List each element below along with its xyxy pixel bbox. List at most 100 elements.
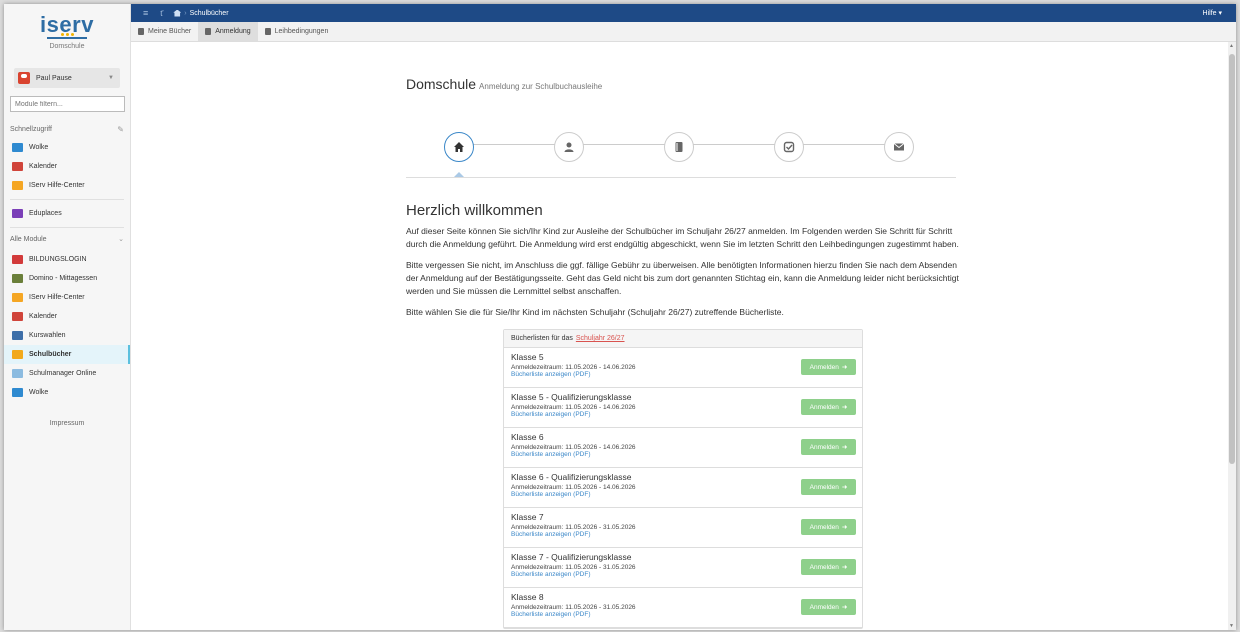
sidebar-item-label: Eduplaces <box>29 210 62 217</box>
scroll-up-icon[interactable]: ▲ <box>1229 43 1234 49</box>
course-icon <box>12 331 23 340</box>
tab-bar: Meine Bücher Anmeldung Leihbedingungen <box>131 22 1236 42</box>
sidebar-item-label: Kalender <box>29 163 58 170</box>
scrollbar-thumb[interactable] <box>1229 54 1235 464</box>
user-menu[interactable]: Paul Pause ▼ <box>14 68 120 88</box>
envelope-icon <box>893 141 905 153</box>
sidebar-item-schulmanager-online[interactable]: Schulmanager Online <box>4 364 130 383</box>
sidebar-item-kurswahlen[interactable]: Kurswahlen <box>4 326 130 345</box>
arrow-right-icon: ➜ <box>841 444 848 451</box>
sidebar-item-iserv-hilfe-center[interactable]: IServ Hilfe-Center <box>4 176 130 195</box>
browser-window: iserv Domschule Paul Pause ▼ Schnellzugr… <box>4 4 1236 630</box>
quick-access-extra: Eduplaces <box>4 204 130 223</box>
register-button[interactable]: Anmelden ➜ <box>801 559 856 575</box>
sidebar-item-wolke[interactable]: Wolke <box>4 138 130 157</box>
edit-icon[interactable]: ✎ <box>117 125 124 134</box>
check-square-icon <box>264 28 271 35</box>
register-button[interactable]: Anmelden ➜ <box>801 359 856 375</box>
avatar <box>18 72 30 84</box>
register-button[interactable]: Anmelden ➜ <box>801 439 856 455</box>
wizard-step-4 <box>774 132 804 162</box>
scrollbar[interactable]: ▲ ▼ <box>1228 42 1236 630</box>
divider <box>10 199 124 200</box>
quick-access-list: Wolke Kalender IServ Hilfe-Center <box>4 138 130 195</box>
wizard-active-indicator <box>454 172 464 177</box>
wizard-step-5 <box>884 132 914 162</box>
tab-label: Leihbedingungen <box>274 28 329 35</box>
arrow-right-icon: ➜ <box>841 404 848 411</box>
register-button[interactable]: Anmelden ➜ <box>801 519 856 535</box>
document-icon <box>205 28 212 35</box>
booklist-row: Klasse 6 - Qualifizierungsklasse Anmeldez… <box>504 468 862 508</box>
tab-leihbedingungen[interactable]: Leihbedingungen <box>258 22 336 41</box>
all-modules-header[interactable]: Alle Module ⌄ <box>4 232 130 246</box>
check-icon <box>783 141 795 153</box>
cutlery-icon <box>12 274 23 283</box>
chevron-down-icon: ▼ <box>108 75 114 81</box>
register-button-label: Anmelden <box>809 483 839 491</box>
register-button[interactable]: Anmelden ➜ <box>801 479 856 495</box>
module-filter-input[interactable] <box>10 96 125 112</box>
sidebar-item-eduplaces[interactable]: Eduplaces <box>4 204 130 223</box>
tool-icon[interactable]: ť <box>160 9 163 18</box>
sidebar-item-schulbücher[interactable]: Schulbücher <box>4 345 130 364</box>
booklist-row: Klasse 7 Anmeldezeitraum: 11.05.2026 - 31… <box>504 508 862 548</box>
breadcrumb-separator: › <box>184 9 187 17</box>
help-menu[interactable]: Hilfe ▾ <box>1203 9 1222 17</box>
sidebar-item-kalender[interactable]: Kalender <box>4 157 130 176</box>
sidebar-item-kalender[interactable]: Kalender <box>4 307 130 326</box>
sidebar-item-wolke[interactable]: Wolke <box>4 383 130 402</box>
help-center-icon <box>12 293 23 302</box>
page-title-text: Domschule <box>406 76 477 92</box>
sidebar-item-label: Schulbücher <box>29 351 72 358</box>
sidebar-item-domino-mittagessen[interactable]: Domino - Mittagessen <box>4 269 130 288</box>
booklist-header: Bücherlisten für das Schuljahr 26/27 <box>504 330 862 348</box>
menu-icon[interactable]: ≡ <box>143 8 148 18</box>
sidebar-item-iserv-hilfe-center[interactable]: IServ Hilfe-Center <box>4 288 130 307</box>
arrow-right-icon: ➜ <box>841 524 848 531</box>
sidebar-item-label: Kurswahlen <box>29 332 66 339</box>
register-button-label: Anmelden <box>809 403 839 411</box>
tab-anmeldung[interactable]: Anmeldung <box>198 22 258 41</box>
page-subtitle: Anmeldung zur Schulbuchausleihe <box>479 82 603 91</box>
module-list: BILDUNGSLOGIN Domino - Mittagessen IServ H… <box>4 250 130 402</box>
welcome-paragraph-3: Bitte wählen Sie die für Sie/Ihr Kind im… <box>406 307 784 317</box>
sidebar-item-bildungslogin[interactable]: BILDUNGSLOGIN <box>4 250 130 269</box>
top-navbar: ≡ ť › Schulbücher Hilfe ▾ <box>131 4 1236 22</box>
sidebar-item-label: Domino - Mittagessen <box>29 275 98 282</box>
book-icon <box>673 141 685 153</box>
chevron-down-icon: ⌄ <box>118 236 124 243</box>
register-button[interactable]: Anmelden ➜ <box>801 399 856 415</box>
home-icon <box>453 141 465 153</box>
quick-access-title: Schnellzugriff <box>10 125 52 133</box>
cloud-icon <box>12 143 23 152</box>
register-button-label: Anmelden <box>809 603 839 611</box>
sidebar-item-label: IServ Hilfe-Center <box>29 294 85 301</box>
booklist-row: Klasse 6 Anmeldezeitraum: 11.05.2026 - 14… <box>504 428 862 468</box>
eduplaces-icon <box>12 209 23 218</box>
help-center-icon <box>12 181 23 190</box>
booklist-row: Klasse 5 Anmeldezeitraum: 11.05.2026 - 14… <box>504 348 862 388</box>
sidebar: iserv Domschule Paul Pause ▼ Schnellzugr… <box>4 4 131 630</box>
logo-dots <box>4 33 130 36</box>
cloud-icon <box>12 388 23 397</box>
tab-meine-bücher[interactable]: Meine Bücher <box>131 22 198 41</box>
sidebar-item-label: Wolke <box>29 144 49 151</box>
register-button-label: Anmelden <box>809 563 839 571</box>
logo[interactable]: iserv Domschule <box>4 4 130 62</box>
booklist-panel: Bücherlisten für das Schuljahr 26/27 Kla… <box>503 329 863 629</box>
scroll-down-icon[interactable]: ▼ <box>1229 623 1234 629</box>
register-button-label: Anmelden <box>809 523 839 531</box>
register-button-label: Anmelden <box>809 443 839 451</box>
home-icon[interactable] <box>173 9 182 17</box>
school-year-link[interactable]: Schuljahr 26/27 <box>576 335 625 342</box>
user-name: Paul Pause <box>36 74 72 82</box>
impressum-link[interactable]: Impressum <box>4 420 130 427</box>
booklist-row: Klasse 8 Anmeldezeitraum: 11.05.2026 - 31… <box>504 588 862 628</box>
calendar-icon <box>12 162 23 171</box>
register-button[interactable]: Anmelden ➜ <box>801 599 856 615</box>
user-icon <box>563 141 575 153</box>
booklist-row: Klasse 7 - Qualifizierungsklasse Anmeldez… <box>504 548 862 588</box>
arrow-right-icon: ➜ <box>841 364 848 371</box>
sidebar-item-label: Kalender <box>29 313 58 320</box>
